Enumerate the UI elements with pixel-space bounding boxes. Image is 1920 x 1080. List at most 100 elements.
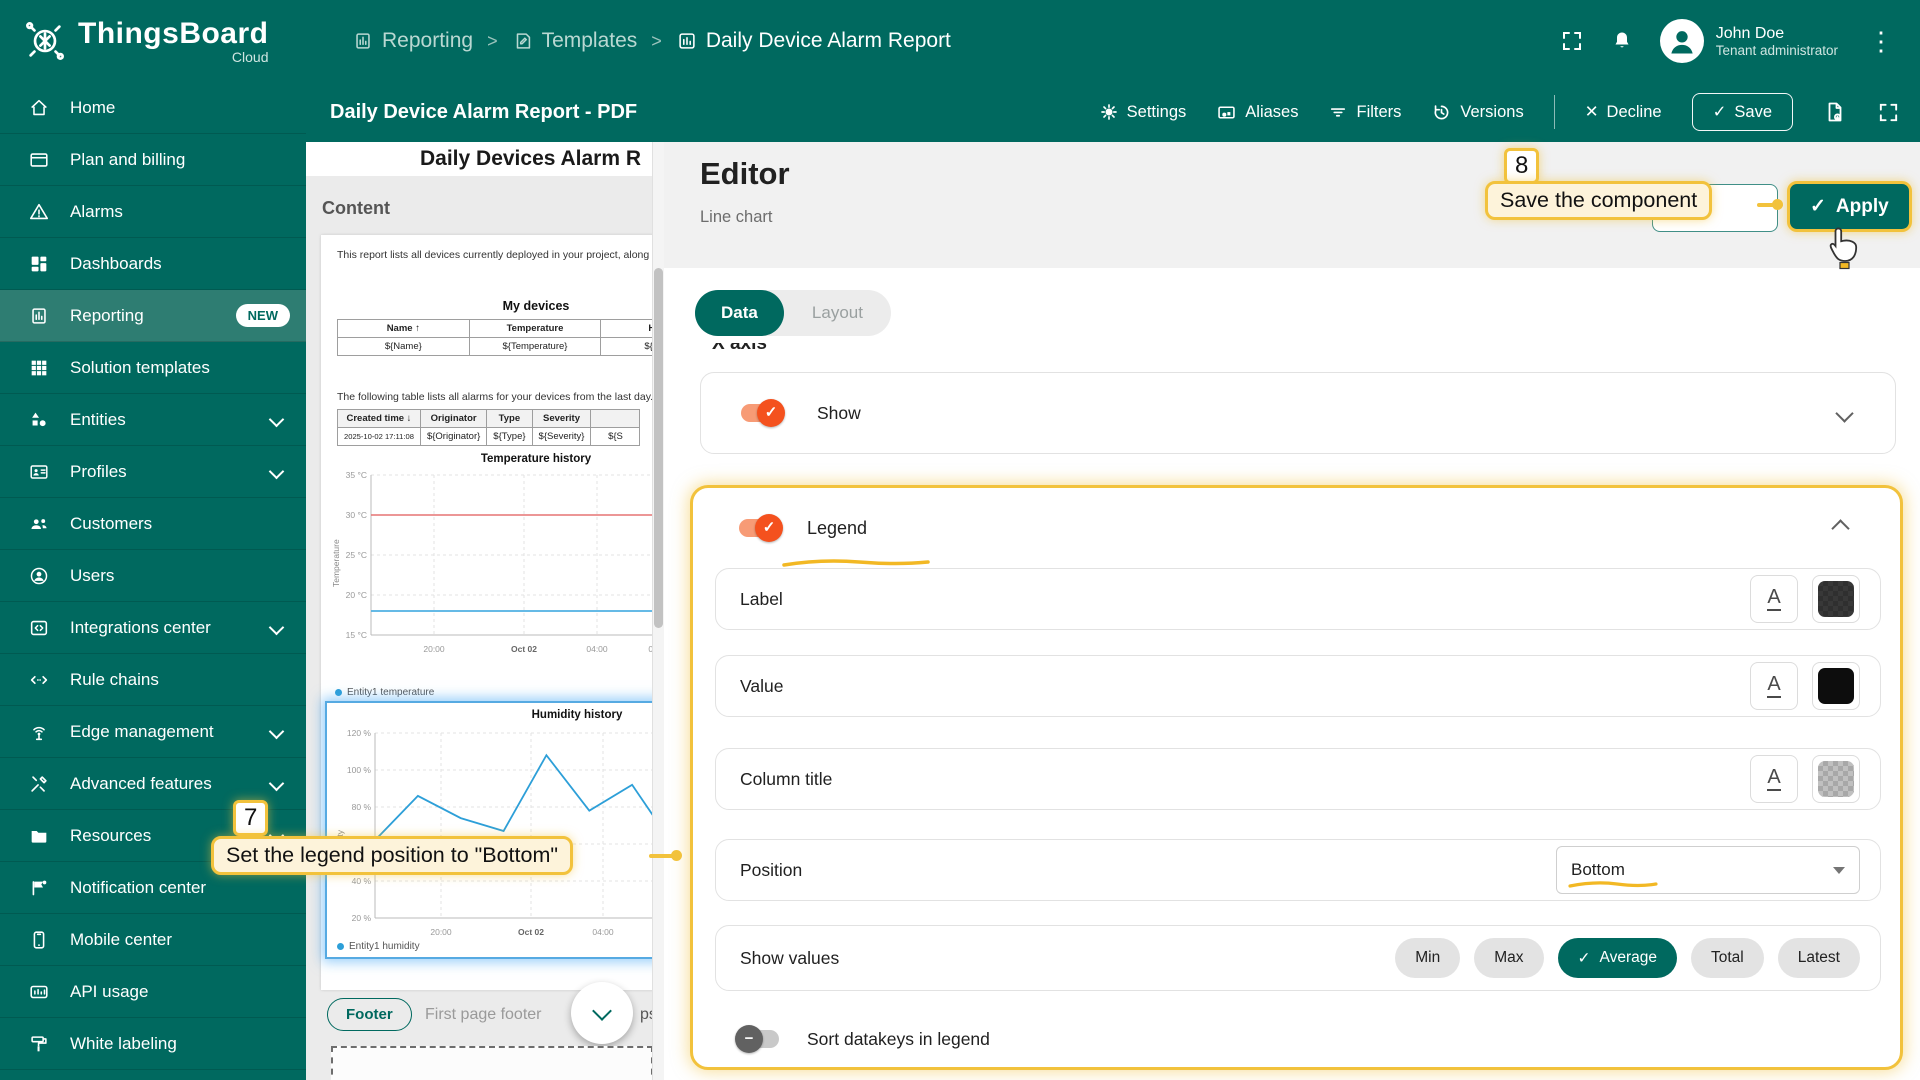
chevron-down-icon[interactable] <box>269 620 285 636</box>
column-title-font-settings-button[interactable]: A <box>1750 755 1798 803</box>
svg-text:Temperature: Temperature <box>331 539 341 587</box>
chip-average-selected[interactable]: ✓ Average <box>1558 938 1677 978</box>
sidebar-item-profiles[interactable]: Profiles <box>0 446 306 498</box>
sidebar-item-mobile-center[interactable]: Mobile center <box>0 914 306 966</box>
breadcrumb-templates[interactable]: Templates <box>512 29 638 53</box>
check-icon: ✓ <box>1810 195 1826 218</box>
sidebar-item-api-usage[interactable]: API usage <box>0 966 306 1018</box>
sidebar-item-solution-templates[interactable]: Solution templates <box>0 342 306 394</box>
chevron-down-icon[interactable] <box>269 776 285 792</box>
pdf-content-card[interactable]: This report lists all devices currently … <box>321 235 652 990</box>
tab-layout[interactable]: Layout <box>784 303 891 323</box>
user-menu[interactable]: John Doe Tenant administrator <box>1660 19 1838 63</box>
report-title: Daily Device Alarm Report - PDF <box>306 101 637 124</box>
expand-fullscreen-icon[interactable] <box>1877 101 1900 124</box>
more-menu-icon[interactable]: ⋮ <box>1864 26 1898 57</box>
sort-datakeys-label: Sort datakeys in legend <box>807 1029 990 1050</box>
brand-sub: Cloud <box>232 49 269 65</box>
sort-datakeys-toggle[interactable]: − <box>739 1030 779 1048</box>
chevron-up-icon[interactable] <box>1831 519 1849 537</box>
decline-button[interactable]: ✕ Decline <box>1585 102 1662 122</box>
aliases-button[interactable]: Aliases <box>1216 102 1298 123</box>
humidity-chart-widget-selected[interactable]: Humidity history 120 % 100 % 80 % 60 % 4… <box>325 701 652 959</box>
new-badge: NEW <box>236 304 290 327</box>
xaxis-show-card[interactable]: ✓ Show <box>700 372 1896 454</box>
chip-min[interactable]: Min <box>1395 938 1460 978</box>
chip-total[interactable]: Total <box>1691 938 1764 978</box>
save-button[interactable]: ✓ Save <box>1692 93 1793 131</box>
report-toolbar: Daily Device Alarm Report - PDF Settings… <box>306 82 1920 142</box>
svg-text:Oct 02: Oct 02 <box>511 644 537 654</box>
preview-scrollbar-thumb[interactable] <box>654 268 663 628</box>
xaxis-show-toggle[interactable]: ✓ <box>741 404 781 422</box>
sidebar-item-rule-chains[interactable]: Rule chains <box>0 654 306 706</box>
sidebar-item-dashboards[interactable]: Dashboards <box>0 238 306 290</box>
sidebar-item-users[interactable]: Users <box>0 550 306 602</box>
step-7-callout: Set the legend position to "Bottom" <box>211 836 573 875</box>
series-dot-icon <box>335 689 342 696</box>
breadcrumb-current[interactable]: Daily Device Alarm Report <box>676 29 951 53</box>
footer-section-chip[interactable]: Footer <box>327 998 412 1031</box>
label-color-button[interactable] <box>1812 575 1860 623</box>
versions-button[interactable]: Versions <box>1431 102 1523 123</box>
chevron-down-icon[interactable] <box>269 724 285 740</box>
temperature-chart-title: Temperature history <box>321 453 652 465</box>
legend-header-row[interactable]: ✓ Legend <box>715 500 1881 556</box>
tab-data[interactable]: Data <box>695 290 784 336</box>
annotation-connector-dot <box>1772 199 1783 210</box>
expand-footer-button[interactable] <box>571 982 633 1044</box>
position-select[interactable]: Bottom <box>1556 846 1860 894</box>
settings-button[interactable]: Settings <box>1099 102 1187 122</box>
user-role: Tenant administrator <box>1716 43 1838 58</box>
devices-table: Name ↑ Temperature Humidity ${Name} ${Te… <box>337 319 652 356</box>
footer-placeholder-box[interactable] <box>331 1046 652 1080</box>
sidebar-item-white-labeling[interactable]: White labeling <box>0 1018 306 1070</box>
value-font-settings-button[interactable]: A <box>1750 662 1798 710</box>
sidebar-item-alarms[interactable]: Alarms <box>0 186 306 238</box>
chevron-down-icon <box>592 1001 612 1021</box>
step-7-badge: 7 <box>233 800 268 836</box>
breadcrumb-separator: > <box>487 31 498 52</box>
alarms-table: Created time ↓ Originator Type Severity … <box>337 409 640 446</box>
gear-icon <box>1099 102 1119 122</box>
legend-position-row: Position Bottom <box>715 839 1881 901</box>
svg-text:40 %: 40 % <box>352 876 372 886</box>
temperature-history-chart: 35 °C 30 °C 25 °C 20 °C 15 °C 20:00 Oct … <box>329 467 652 667</box>
svg-text:20:00: 20:00 <box>423 644 445 654</box>
chip-max[interactable]: Max <box>1474 938 1543 978</box>
brand[interactable]: ThingsBoard Cloud <box>0 17 352 65</box>
content-section-label: Content <box>322 198 390 219</box>
legend-value-row: Value A <box>715 655 1881 717</box>
column-title-color-button[interactable] <box>1812 755 1860 803</box>
filters-button[interactable]: Filters <box>1328 102 1401 122</box>
sidebar-item-integrations-center[interactable]: Integrations center <box>0 602 306 654</box>
sidebar-item-edge-management[interactable]: Edge management <box>0 706 306 758</box>
aliases-icon <box>1216 102 1237 123</box>
sidebar-item-settings[interactable]: Settings <box>0 1070 306 1080</box>
chip-latest[interactable]: Latest <box>1778 938 1860 978</box>
series-dot-icon <box>337 943 344 950</box>
temperature-legend: Entity1 temperature <box>335 687 434 698</box>
footer-label: First page footer <box>425 1006 542 1024</box>
breadcrumb-reporting[interactable]: Reporting <box>352 29 473 53</box>
chevron-down-icon[interactable] <box>269 412 285 428</box>
sidebar-item-reporting[interactable]: Reporting NEW <box>0 290 306 342</box>
devices-table-title: My devices <box>321 299 652 313</box>
label-font-settings-button[interactable]: A <box>1750 575 1798 623</box>
value-color-button[interactable] <box>1812 662 1860 710</box>
pdf-title: Daily Devices Alarm R <box>420 147 641 171</box>
chevron-down-icon[interactable] <box>1835 404 1853 422</box>
legend-toggle[interactable]: ✓ <box>739 519 779 537</box>
fullscreen-icon[interactable] <box>1560 29 1584 53</box>
svg-text:25 °C: 25 °C <box>346 550 367 560</box>
chevron-down-icon[interactable] <box>269 464 285 480</box>
notifications-bell-icon[interactable] <box>1610 29 1634 53</box>
humidity-chart-title: Humidity history <box>327 709 652 721</box>
dropdown-caret-icon <box>1833 867 1845 874</box>
sidebar-item-customers[interactable]: Customers <box>0 498 306 550</box>
sidebar-item-entities[interactable]: Entities <box>0 394 306 446</box>
generate-report-icon[interactable] <box>1823 100 1847 124</box>
sidebar-item-plan-and-billing[interactable]: Plan and billing <box>0 134 306 186</box>
sort-datakeys-row: − Sort datakeys in legend <box>715 1015 1881 1063</box>
sidebar-item-home[interactable]: Home <box>0 82 306 134</box>
